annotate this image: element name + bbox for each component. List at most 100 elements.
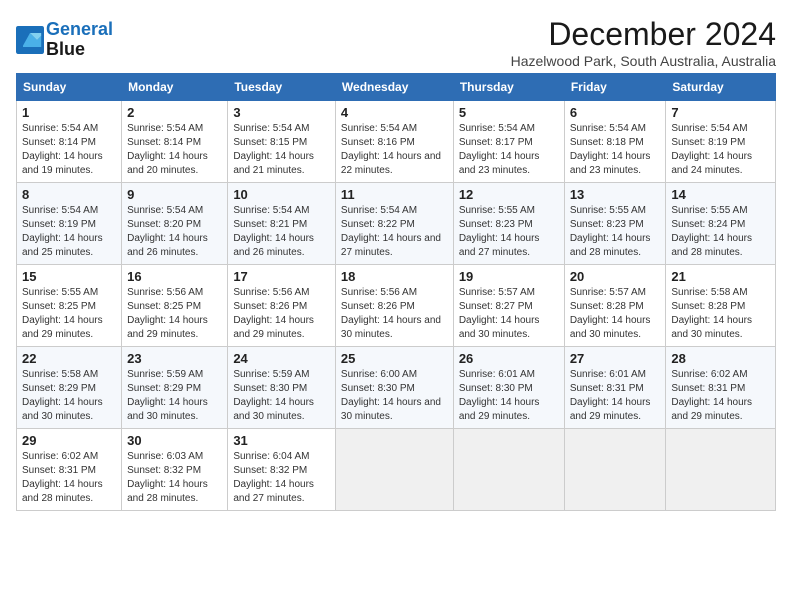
day-info: Sunrise: 6:02 AMSunset: 8:31 PMDaylight:…: [671, 369, 752, 422]
day-number: 24: [233, 351, 330, 366]
day-info: Sunrise: 5:56 AMSunset: 8:26 PMDaylight:…: [341, 287, 441, 340]
calendar-cell: 12 Sunrise: 5:55 AMSunset: 8:23 PMDaylig…: [453, 183, 564, 265]
day-number: 28: [671, 351, 770, 366]
day-number: 12: [459, 187, 559, 202]
day-info: Sunrise: 5:56 AMSunset: 8:26 PMDaylight:…: [233, 287, 314, 340]
day-info: Sunrise: 5:57 AMSunset: 8:27 PMDaylight:…: [459, 287, 540, 340]
day-number: 10: [233, 187, 330, 202]
calendar-cell: [335, 429, 453, 511]
day-info: Sunrise: 6:01 AMSunset: 8:31 PMDaylight:…: [570, 369, 651, 422]
calendar-week-5: 29 Sunrise: 6:02 AMSunset: 8:31 PMDaylig…: [17, 429, 776, 511]
logo: General Blue: [16, 20, 113, 60]
day-info: Sunrise: 5:54 AMSunset: 8:19 PMDaylight:…: [22, 205, 103, 258]
calendar-cell: 27 Sunrise: 6:01 AMSunset: 8:31 PMDaylig…: [564, 347, 666, 429]
calendar-cell: 14 Sunrise: 5:55 AMSunset: 8:24 PMDaylig…: [666, 183, 776, 265]
day-info: Sunrise: 5:57 AMSunset: 8:28 PMDaylight:…: [570, 287, 651, 340]
day-number: 8: [22, 187, 116, 202]
header-wednesday: Wednesday: [335, 74, 453, 101]
day-info: Sunrise: 5:54 AMSunset: 8:19 PMDaylight:…: [671, 123, 752, 176]
calendar-cell: 19 Sunrise: 5:57 AMSunset: 8:27 PMDaylig…: [453, 265, 564, 347]
day-info: Sunrise: 5:54 AMSunset: 8:21 PMDaylight:…: [233, 205, 314, 258]
day-number: 15: [22, 269, 116, 284]
day-info: Sunrise: 5:54 AMSunset: 8:16 PMDaylight:…: [341, 123, 441, 176]
header-sunday: Sunday: [17, 74, 122, 101]
day-number: 13: [570, 187, 661, 202]
header-tuesday: Tuesday: [228, 74, 336, 101]
calendar-header: SundayMondayTuesdayWednesdayThursdayFrid…: [17, 74, 776, 101]
day-number: 22: [22, 351, 116, 366]
calendar-cell: 28 Sunrise: 6:02 AMSunset: 8:31 PMDaylig…: [666, 347, 776, 429]
day-info: Sunrise: 5:55 AMSunset: 8:24 PMDaylight:…: [671, 205, 752, 258]
page-header: General Blue December 2024 Hazelwood Par…: [16, 16, 776, 69]
day-number: 29: [22, 433, 116, 448]
day-info: Sunrise: 5:54 AMSunset: 8:20 PMDaylight:…: [127, 205, 208, 258]
calendar-cell: 24 Sunrise: 5:59 AMSunset: 8:30 PMDaylig…: [228, 347, 336, 429]
day-number: 17: [233, 269, 330, 284]
calendar-cell: 2 Sunrise: 5:54 AMSunset: 8:14 PMDayligh…: [122, 101, 228, 183]
calendar-cell: 11 Sunrise: 5:54 AMSunset: 8:22 PMDaylig…: [335, 183, 453, 265]
calendar-cell: 17 Sunrise: 5:56 AMSunset: 8:26 PMDaylig…: [228, 265, 336, 347]
day-info: Sunrise: 5:58 AMSunset: 8:28 PMDaylight:…: [671, 287, 752, 340]
calendar-cell: 1 Sunrise: 5:54 AMSunset: 8:14 PMDayligh…: [17, 101, 122, 183]
day-number: 6: [570, 105, 661, 120]
calendar-week-4: 22 Sunrise: 5:58 AMSunset: 8:29 PMDaylig…: [17, 347, 776, 429]
day-info: Sunrise: 6:03 AMSunset: 8:32 PMDaylight:…: [127, 451, 208, 504]
day-info: Sunrise: 5:54 AMSunset: 8:15 PMDaylight:…: [233, 123, 314, 176]
day-number: 18: [341, 269, 448, 284]
day-number: 7: [671, 105, 770, 120]
day-info: Sunrise: 5:56 AMSunset: 8:25 PMDaylight:…: [127, 287, 208, 340]
day-number: 2: [127, 105, 222, 120]
day-info: Sunrise: 5:59 AMSunset: 8:29 PMDaylight:…: [127, 369, 208, 422]
header-friday: Friday: [564, 74, 666, 101]
day-info: Sunrise: 5:54 AMSunset: 8:14 PMDaylight:…: [22, 123, 103, 176]
day-number: 11: [341, 187, 448, 202]
day-number: 9: [127, 187, 222, 202]
calendar-cell: 6 Sunrise: 5:54 AMSunset: 8:18 PMDayligh…: [564, 101, 666, 183]
calendar-cell: 9 Sunrise: 5:54 AMSunset: 8:20 PMDayligh…: [122, 183, 228, 265]
month-title: December 2024: [511, 16, 776, 53]
calendar-cell: 16 Sunrise: 5:56 AMSunset: 8:25 PMDaylig…: [122, 265, 228, 347]
calendar-cell: 21 Sunrise: 5:58 AMSunset: 8:28 PMDaylig…: [666, 265, 776, 347]
calendar-cell: 13 Sunrise: 5:55 AMSunset: 8:23 PMDaylig…: [564, 183, 666, 265]
logo-icon: [16, 26, 44, 54]
day-info: Sunrise: 5:54 AMSunset: 8:17 PMDaylight:…: [459, 123, 540, 176]
calendar-cell: 30 Sunrise: 6:03 AMSunset: 8:32 PMDaylig…: [122, 429, 228, 511]
day-info: Sunrise: 6:01 AMSunset: 8:30 PMDaylight:…: [459, 369, 540, 422]
day-info: Sunrise: 5:55 AMSunset: 8:25 PMDaylight:…: [22, 287, 103, 340]
day-number: 16: [127, 269, 222, 284]
day-number: 21: [671, 269, 770, 284]
calendar-cell: 20 Sunrise: 5:57 AMSunset: 8:28 PMDaylig…: [564, 265, 666, 347]
calendar-cell: 15 Sunrise: 5:55 AMSunset: 8:25 PMDaylig…: [17, 265, 122, 347]
calendar-week-1: 1 Sunrise: 5:54 AMSunset: 8:14 PMDayligh…: [17, 101, 776, 183]
logo-text: General Blue: [46, 20, 113, 60]
calendar-week-2: 8 Sunrise: 5:54 AMSunset: 8:19 PMDayligh…: [17, 183, 776, 265]
day-number: 5: [459, 105, 559, 120]
calendar-cell: 26 Sunrise: 6:01 AMSunset: 8:30 PMDaylig…: [453, 347, 564, 429]
day-number: 3: [233, 105, 330, 120]
day-info: Sunrise: 5:54 AMSunset: 8:22 PMDaylight:…: [341, 205, 441, 258]
day-number: 31: [233, 433, 330, 448]
day-info: Sunrise: 5:59 AMSunset: 8:30 PMDaylight:…: [233, 369, 314, 422]
day-number: 27: [570, 351, 661, 366]
calendar-cell: 23 Sunrise: 5:59 AMSunset: 8:29 PMDaylig…: [122, 347, 228, 429]
calendar-cell: 8 Sunrise: 5:54 AMSunset: 8:19 PMDayligh…: [17, 183, 122, 265]
day-info: Sunrise: 5:54 AMSunset: 8:14 PMDaylight:…: [127, 123, 208, 176]
calendar-cell: [666, 429, 776, 511]
calendar-table: SundayMondayTuesdayWednesdayThursdayFrid…: [16, 73, 776, 511]
calendar-cell: 31 Sunrise: 6:04 AMSunset: 8:32 PMDaylig…: [228, 429, 336, 511]
calendar-cell: 10 Sunrise: 5:54 AMSunset: 8:21 PMDaylig…: [228, 183, 336, 265]
day-number: 26: [459, 351, 559, 366]
day-info: Sunrise: 6:04 AMSunset: 8:32 PMDaylight:…: [233, 451, 314, 504]
day-number: 14: [671, 187, 770, 202]
day-info: Sunrise: 6:02 AMSunset: 8:31 PMDaylight:…: [22, 451, 103, 504]
day-info: Sunrise: 5:55 AMSunset: 8:23 PMDaylight:…: [459, 205, 540, 258]
day-info: Sunrise: 6:00 AMSunset: 8:30 PMDaylight:…: [341, 369, 441, 422]
day-number: 1: [22, 105, 116, 120]
day-number: 30: [127, 433, 222, 448]
calendar-cell: 4 Sunrise: 5:54 AMSunset: 8:16 PMDayligh…: [335, 101, 453, 183]
day-info: Sunrise: 5:58 AMSunset: 8:29 PMDaylight:…: [22, 369, 103, 422]
title-area: December 2024 Hazelwood Park, South Aust…: [511, 16, 776, 69]
day-info: Sunrise: 5:55 AMSunset: 8:23 PMDaylight:…: [570, 205, 651, 258]
calendar-cell: 18 Sunrise: 5:56 AMSunset: 8:26 PMDaylig…: [335, 265, 453, 347]
calendar-cell: 7 Sunrise: 5:54 AMSunset: 8:19 PMDayligh…: [666, 101, 776, 183]
